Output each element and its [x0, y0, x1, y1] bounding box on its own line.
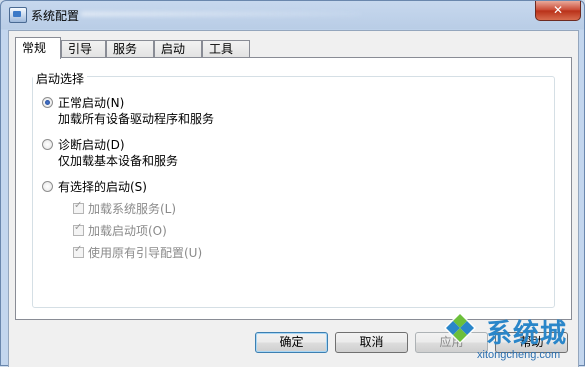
selective-startup-label: 有选择的启动(S) — [58, 180, 147, 194]
selective-startup-radio[interactable] — [42, 181, 53, 192]
tab-services[interactable]: 服务 — [106, 40, 154, 57]
tab-tools[interactable]: 工具 — [202, 40, 250, 57]
selective-startup-option[interactable]: 有选择的启动(S) — [42, 178, 147, 195]
cancel-button[interactable]: 取消 — [335, 332, 408, 353]
startup-selection-label: 启动选择 — [33, 70, 88, 87]
normal-startup-desc: 加载所有设备驱动程序和服务 — [58, 112, 215, 126]
diagnostic-startup-label: 诊断启动(D) — [58, 138, 125, 152]
watermark-brand: 系统城 — [486, 319, 568, 349]
tab-startup[interactable]: 启动 — [154, 40, 202, 57]
normal-startup-option[interactable]: 正常启动(N) — [42, 94, 124, 111]
title-blur — [81, 12, 361, 16]
normal-startup-label: 正常启动(N) — [58, 96, 125, 110]
msconfig-app-icon — [9, 7, 27, 23]
watermark-logo-icon — [444, 312, 476, 344]
diagnostic-startup-desc: 仅加载基本设备和服务 — [58, 154, 179, 168]
load-startup-items-option: 加载启动项(O) — [73, 222, 167, 239]
load-system-services-checkbox — [73, 200, 84, 214]
use-original-boot-config-label: 使用原有引导配置(U) — [88, 246, 203, 260]
load-system-services-option: 加载系统服务(L) — [73, 200, 176, 217]
tab-general[interactable]: 常规 — [15, 37, 61, 59]
site-watermark: 系统城 xitongcheng.com — [431, 307, 585, 367]
title-bar[interactable]: 系统配置 ✕ — [1, 1, 584, 29]
use-original-boot-config-option: 使用原有引导配置(U) — [73, 244, 202, 261]
load-startup-items-checkbox — [73, 222, 84, 236]
system-config-window: 系统配置 ✕ 常规 引导 服务 启动 工具 启动选择 正常启动(N) 加载所有设… — [0, 0, 585, 367]
tab-boot[interactable]: 引导 — [61, 40, 106, 57]
close-button[interactable]: ✕ — [535, 1, 581, 21]
window-title: 系统配置 — [31, 9, 80, 23]
load-startup-items-label: 加载启动项(O) — [88, 224, 167, 238]
use-original-boot-config-checkbox — [73, 244, 84, 258]
watermark-url: xitongcheng.com — [477, 349, 561, 361]
general-tab-panel: 启动选择 正常启动(N) 加载所有设备驱动程序和服务 诊断启动(D) 仅加载基本… — [15, 57, 572, 320]
diagnostic-startup-option[interactable]: 诊断启动(D) — [42, 136, 125, 153]
normal-startup-radio[interactable] — [42, 97, 53, 108]
load-system-services-label: 加载系统服务(L) — [88, 202, 177, 216]
ok-button[interactable]: 确定 — [255, 332, 328, 353]
diagnostic-startup-radio[interactable] — [42, 139, 53, 150]
